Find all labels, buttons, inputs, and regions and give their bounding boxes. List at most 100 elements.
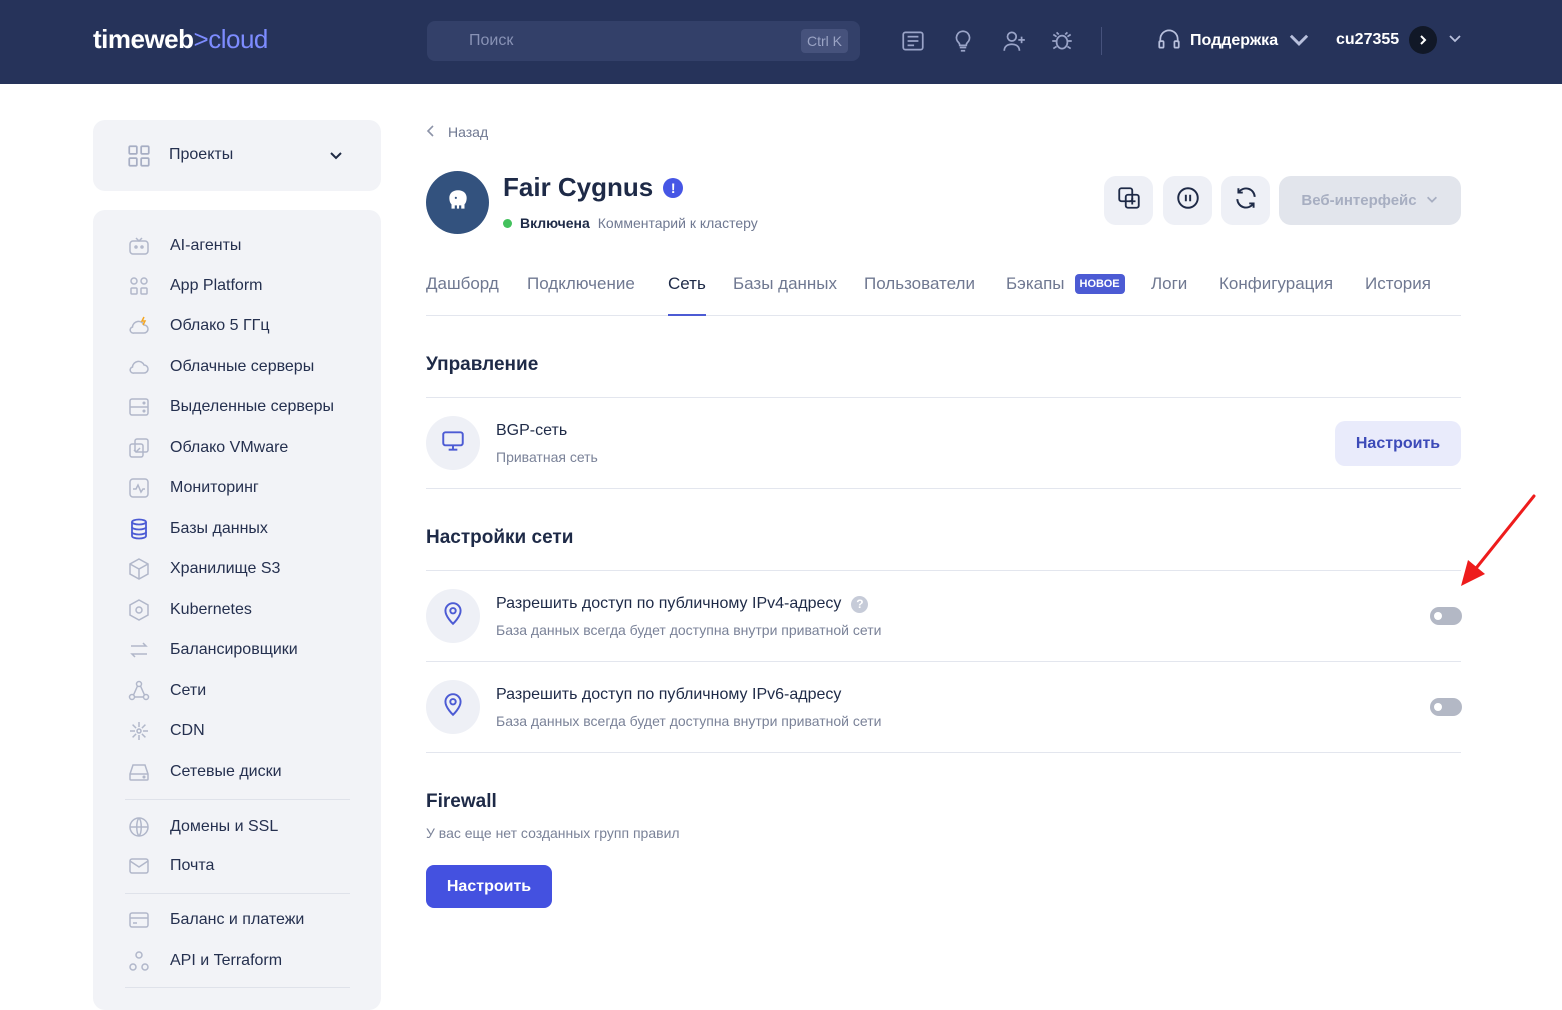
web-interface-label: Веб-интерфейс bbox=[1301, 192, 1417, 209]
sidebar: AI-агенты App Platform Облако 5 ГГц Обла… bbox=[93, 210, 381, 1010]
sidebar-item-balancers[interactable]: Балансировщики bbox=[126, 637, 298, 663]
annotation-arrow bbox=[1461, 494, 1536, 586]
refresh-icon bbox=[1233, 185, 1259, 216]
cluster-name: Fair Cygnus bbox=[503, 172, 654, 202]
chevron-down-icon bbox=[1425, 192, 1439, 210]
support-menu[interactable]: Поддержка bbox=[1156, 28, 1312, 54]
tab-history[interactable]: История bbox=[1365, 274, 1431, 294]
user-menu[interactable]: cu27355 bbox=[1336, 26, 1463, 54]
sidebar-item-ai-agents[interactable]: AI-агенты bbox=[126, 233, 241, 259]
clone-button[interactable] bbox=[1104, 176, 1153, 225]
mail-icon bbox=[126, 853, 152, 879]
chevron-down-icon bbox=[1286, 26, 1312, 57]
sidebar-item-label: Kubernetes bbox=[170, 601, 252, 618]
logo[interactable]: timeweb>cloud bbox=[93, 24, 268, 55]
ipv6-title: Разрешить доступ по публичному IPv6-адре… bbox=[496, 686, 841, 704]
robot-icon bbox=[126, 233, 152, 259]
disk-icon bbox=[126, 759, 152, 785]
sidebar-item-domains[interactable]: Домены и SSL bbox=[126, 814, 278, 840]
sidebar-item-dedicated-servers[interactable]: Выделенные серверы bbox=[126, 394, 334, 420]
tab-network[interactable]: Сеть bbox=[668, 274, 706, 316]
status-dot bbox=[503, 218, 512, 228]
tab-configuration[interactable]: Конфигурация bbox=[1219, 274, 1333, 294]
sidebar-divider bbox=[125, 799, 350, 800]
sidebar-item-app-platform[interactable]: App Platform bbox=[126, 273, 262, 299]
cluster-comment[interactable]: Комментарий к кластеру bbox=[598, 215, 758, 231]
sidebar-item-s3[interactable]: Хранилище S3 bbox=[126, 556, 280, 582]
sidebar-item-kubernetes[interactable]: Kubernetes bbox=[126, 597, 252, 623]
bug-icon[interactable] bbox=[1049, 28, 1075, 54]
divider bbox=[426, 397, 1461, 398]
chevron-left-icon bbox=[426, 124, 436, 140]
projects-selector[interactable]: Проекты bbox=[93, 120, 381, 191]
tab-backups[interactable]: Бэкапы НОВОЕ bbox=[1006, 274, 1125, 294]
cloud-bolt-icon bbox=[126, 313, 152, 339]
sidebar-item-billing[interactable]: Баланс и платежи bbox=[126, 907, 304, 933]
news-icon[interactable] bbox=[900, 28, 926, 54]
top-bar: timeweb>cloud Ctrl K Поддержка cu27355 bbox=[0, 0, 1562, 84]
status-text: Включена bbox=[520, 215, 590, 231]
ipv4-toggle[interactable] bbox=[1430, 607, 1462, 625]
wallet-icon bbox=[126, 907, 152, 933]
sidebar-item-networks[interactable]: Сети bbox=[126, 678, 206, 704]
sidebar-item-cloud-5ghz[interactable]: Облако 5 ГГц bbox=[126, 313, 269, 339]
sidebar-item-label: Хранилище S3 bbox=[170, 560, 281, 577]
network-icon bbox=[126, 678, 152, 704]
sidebar-item-label: CDN bbox=[170, 722, 205, 739]
sidebar-divider bbox=[125, 987, 350, 988]
tab-connection[interactable]: Подключение bbox=[527, 274, 635, 294]
bgp-subtitle: Приватная сеть bbox=[496, 449, 598, 465]
tab-users[interactable]: Пользователи bbox=[864, 274, 975, 294]
monitoring-icon bbox=[126, 475, 152, 501]
tabs-bar: Дашборд Подключение Сеть Базы данных Пол… bbox=[426, 270, 1461, 316]
sidebar-item-mail[interactable]: Почта bbox=[126, 853, 214, 879]
sidebar-item-cloud-servers[interactable]: Облачные серверы bbox=[126, 354, 314, 380]
ipv6-title-text: Разрешить доступ по публичному IPv6-адре… bbox=[496, 686, 842, 703]
vmware-icon bbox=[126, 435, 152, 461]
back-label: Назад bbox=[448, 124, 489, 140]
sidebar-item-network-disks[interactable]: Сетевые диски bbox=[126, 759, 282, 785]
sidebar-item-label: App Platform bbox=[170, 277, 263, 294]
tab-backups-label: Бэкапы bbox=[1006, 274, 1065, 293]
chevron-right-icon[interactable] bbox=[1409, 26, 1438, 54]
help-icon[interactable]: ? bbox=[851, 595, 869, 613]
tab-logs[interactable]: Логи bbox=[1151, 274, 1187, 294]
sidebar-item-label: Облако VMware bbox=[170, 439, 289, 456]
sidebar-item-cdn[interactable]: CDN bbox=[126, 718, 205, 744]
divider bbox=[426, 570, 1461, 571]
pause-button[interactable] bbox=[1163, 176, 1212, 225]
cdn-icon bbox=[126, 718, 152, 744]
divider bbox=[426, 661, 1461, 662]
chevron-down-icon[interactable] bbox=[1447, 30, 1463, 51]
firewall-heading: Firewall bbox=[426, 791, 497, 812]
storage-cube-icon bbox=[126, 556, 152, 582]
server-icon bbox=[126, 394, 152, 420]
sidebar-item-databases[interactable]: Базы данных bbox=[126, 516, 268, 542]
headset-icon bbox=[1156, 26, 1182, 57]
ipv6-toggle[interactable] bbox=[1430, 698, 1462, 716]
sidebar-item-monitoring[interactable]: Мониторинг bbox=[126, 475, 259, 501]
sidebar-item-label: Почта bbox=[170, 857, 215, 874]
warning-icon[interactable]: ! bbox=[663, 177, 684, 198]
bgp-title-text: BGP-сеть bbox=[496, 422, 568, 439]
sidebar-item-vmware[interactable]: Облако VMware bbox=[126, 435, 288, 461]
tab-dashboard[interactable]: Дашборд bbox=[426, 274, 499, 294]
ipv6-row-icon bbox=[426, 680, 480, 734]
sidebar-item-label: Сетевые диски bbox=[170, 763, 282, 780]
grid-icon bbox=[126, 143, 152, 169]
sidebar-item-api[interactable]: API и Terraform bbox=[126, 948, 282, 974]
add-user-icon[interactable] bbox=[1001, 28, 1027, 54]
clone-icon bbox=[1116, 185, 1142, 216]
network-settings-heading: Настройки сети bbox=[426, 527, 574, 548]
search-box[interactable]: Ctrl K bbox=[427, 21, 860, 61]
sidebar-item-label: Балансировщики bbox=[170, 641, 298, 658]
firewall-configure-button[interactable]: Настроить bbox=[426, 865, 552, 908]
back-link[interactable]: Назад bbox=[426, 124, 488, 140]
divider bbox=[426, 752, 1461, 753]
search-input[interactable] bbox=[427, 21, 787, 61]
bgp-configure-button[interactable]: Настроить bbox=[1335, 421, 1461, 466]
tab-databases[interactable]: Базы данных bbox=[733, 274, 837, 294]
lightbulb-icon[interactable] bbox=[950, 28, 976, 54]
web-interface-button[interactable]: Веб-интерфейс bbox=[1279, 176, 1461, 225]
restart-button[interactable] bbox=[1221, 176, 1270, 225]
